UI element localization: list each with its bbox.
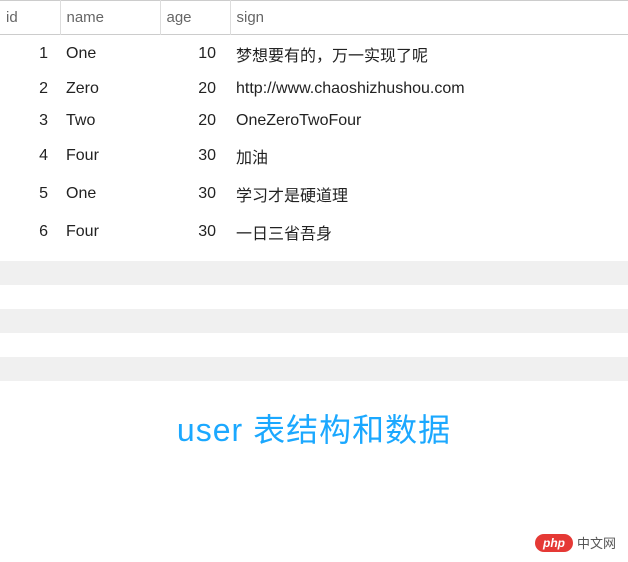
cell-id: 6 — [0, 213, 60, 251]
footer-watermark: php 中文网 — [535, 533, 616, 552]
cell-id: 1 — [0, 35, 60, 74]
cell-name: Four — [60, 213, 160, 251]
cell-id: 3 — [0, 105, 60, 137]
cell-id: 4 — [0, 137, 60, 175]
table-row: 5 One 30 学习才是硬道理 — [0, 175, 628, 213]
table-row: 1 One 10 梦想要有的，万一实现了呢 — [0, 35, 628, 74]
cell-age: 30 — [160, 175, 230, 213]
cell-sign: 学习才是硬道理 — [230, 175, 628, 213]
decorative-stripes — [0, 261, 628, 381]
cell-name: One — [60, 35, 160, 74]
cell-id: 5 — [0, 175, 60, 213]
header-sign: sign — [230, 1, 628, 35]
cell-name: One — [60, 175, 160, 213]
header-age: age — [160, 1, 230, 35]
cell-name: Four — [60, 137, 160, 175]
cell-name: Zero — [60, 73, 160, 105]
cell-name: Two — [60, 105, 160, 137]
header-name: name — [60, 1, 160, 35]
stripe — [0, 261, 628, 285]
cell-sign: 一日三省吾身 — [230, 213, 628, 251]
stripe — [0, 309, 628, 333]
php-badge: php — [535, 534, 573, 552]
table-row: 6 Four 30 一日三省吾身 — [0, 213, 628, 251]
cell-age: 20 — [160, 73, 230, 105]
table-row: 4 Four 30 加油 — [0, 137, 628, 175]
cell-age: 30 — [160, 137, 230, 175]
table-row: 2 Zero 20 http://www.chaoshizhushou.com — [0, 73, 628, 105]
table-header-row: id name age sign — [0, 1, 628, 35]
cell-sign: http://www.chaoshizhushou.com — [230, 73, 628, 105]
table-row: 3 Two 20 OneZeroTwoFour — [0, 105, 628, 137]
cell-id: 2 — [0, 73, 60, 105]
cell-sign: 梦想要有的，万一实现了呢 — [230, 35, 628, 74]
cell-age: 10 — [160, 35, 230, 74]
header-id: id — [0, 1, 60, 35]
footer-text: 中文网 — [577, 533, 616, 552]
cell-sign: OneZeroTwoFour — [230, 105, 628, 137]
cell-age: 30 — [160, 213, 230, 251]
caption-text: user 表结构和数据 — [0, 405, 628, 451]
user-table: id name age sign 1 One 10 梦想要有的，万一实现了呢 2… — [0, 0, 628, 251]
cell-sign: 加油 — [230, 137, 628, 175]
stripe — [0, 357, 628, 381]
cell-age: 20 — [160, 105, 230, 137]
